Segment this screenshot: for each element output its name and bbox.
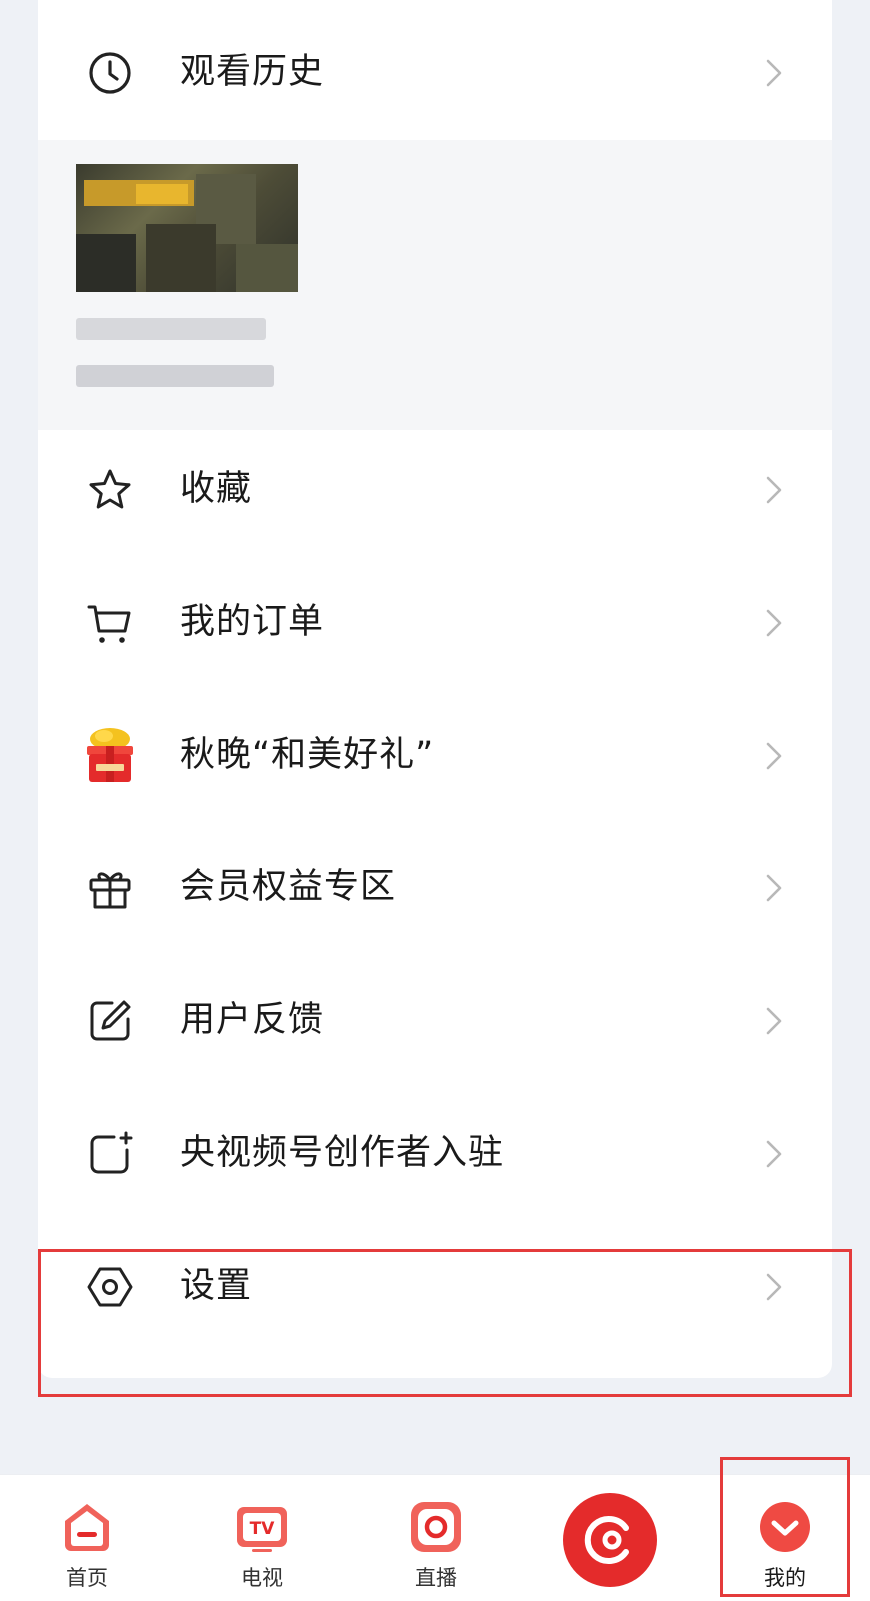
edit-icon bbox=[86, 997, 134, 1045]
menu-item-my-orders[interactable]: 我的订单 bbox=[38, 555, 832, 690]
menu-card: 观看历史 收藏 我的订单 秋晚“和美好礼” 会员权益专区 用户反馈 央视频号创作… bbox=[38, 0, 832, 1378]
menu-label-gala-gifts: 秋晚“和美好礼” bbox=[180, 735, 435, 775]
menu-item-favorites[interactable]: 收藏 bbox=[38, 422, 832, 557]
tab-tv[interactable]: TV 电视 bbox=[207, 1475, 317, 1601]
menu-label-creator-join: 央视频号创作者入驻 bbox=[180, 1133, 505, 1173]
tab-home[interactable]: 首页 bbox=[32, 1475, 142, 1601]
menu-item-creator-join[interactable]: 央视频号创作者入驻 bbox=[38, 1086, 832, 1221]
menu-label-member-zone: 会员权益专区 bbox=[180, 867, 397, 907]
home-icon bbox=[59, 1499, 115, 1555]
chevron-right-icon bbox=[760, 58, 788, 88]
live-icon bbox=[408, 1499, 464, 1555]
chevron-right-icon bbox=[760, 1006, 788, 1036]
settings-highlight-box bbox=[38, 1249, 852, 1397]
history-preview bbox=[38, 140, 832, 430]
menu-item-feedback[interactable]: 用户反馈 bbox=[38, 953, 832, 1088]
cart-icon bbox=[86, 599, 134, 647]
gift-icon bbox=[86, 864, 134, 912]
history-title-line bbox=[76, 318, 266, 340]
svg-text:TV: TV bbox=[250, 1519, 276, 1539]
history-subtitle-line bbox=[76, 365, 274, 387]
tab-home-label: 首页 bbox=[66, 1566, 108, 1590]
center-action-button[interactable] bbox=[563, 1493, 657, 1587]
tab-live[interactable]: 直播 bbox=[381, 1475, 491, 1601]
chevron-right-icon bbox=[760, 475, 788, 505]
cctv-logo-icon bbox=[584, 1516, 629, 1564]
menu-label-my-orders: 我的订单 bbox=[180, 602, 325, 642]
chevron-right-icon bbox=[760, 1139, 788, 1169]
chevron-right-icon bbox=[760, 741, 788, 771]
clock-icon bbox=[86, 49, 134, 97]
tab-tv-label: 电视 bbox=[241, 1566, 283, 1590]
mine-tab-highlight-box bbox=[720, 1457, 850, 1597]
tv-icon: TV bbox=[234, 1499, 290, 1555]
gift-box-icon bbox=[84, 726, 136, 784]
menu-label-favorites: 收藏 bbox=[180, 469, 253, 509]
menu-label-watch-history: 观看历史 bbox=[180, 52, 325, 92]
tab-live-label: 直播 bbox=[415, 1566, 457, 1590]
chevron-right-icon bbox=[760, 608, 788, 638]
menu-item-member-zone[interactable]: 会员权益专区 bbox=[38, 820, 832, 955]
chevron-right-icon bbox=[760, 873, 788, 903]
add-square-icon bbox=[86, 1130, 134, 1178]
history-thumbnail[interactable] bbox=[76, 164, 298, 292]
menu-item-gala-gifts[interactable]: 秋晚“和美好礼” bbox=[38, 688, 832, 823]
menu-label-feedback: 用户反馈 bbox=[180, 1000, 325, 1040]
menu-item-watch-history[interactable]: 观看历史 bbox=[38, 5, 832, 140]
star-icon bbox=[86, 466, 134, 514]
